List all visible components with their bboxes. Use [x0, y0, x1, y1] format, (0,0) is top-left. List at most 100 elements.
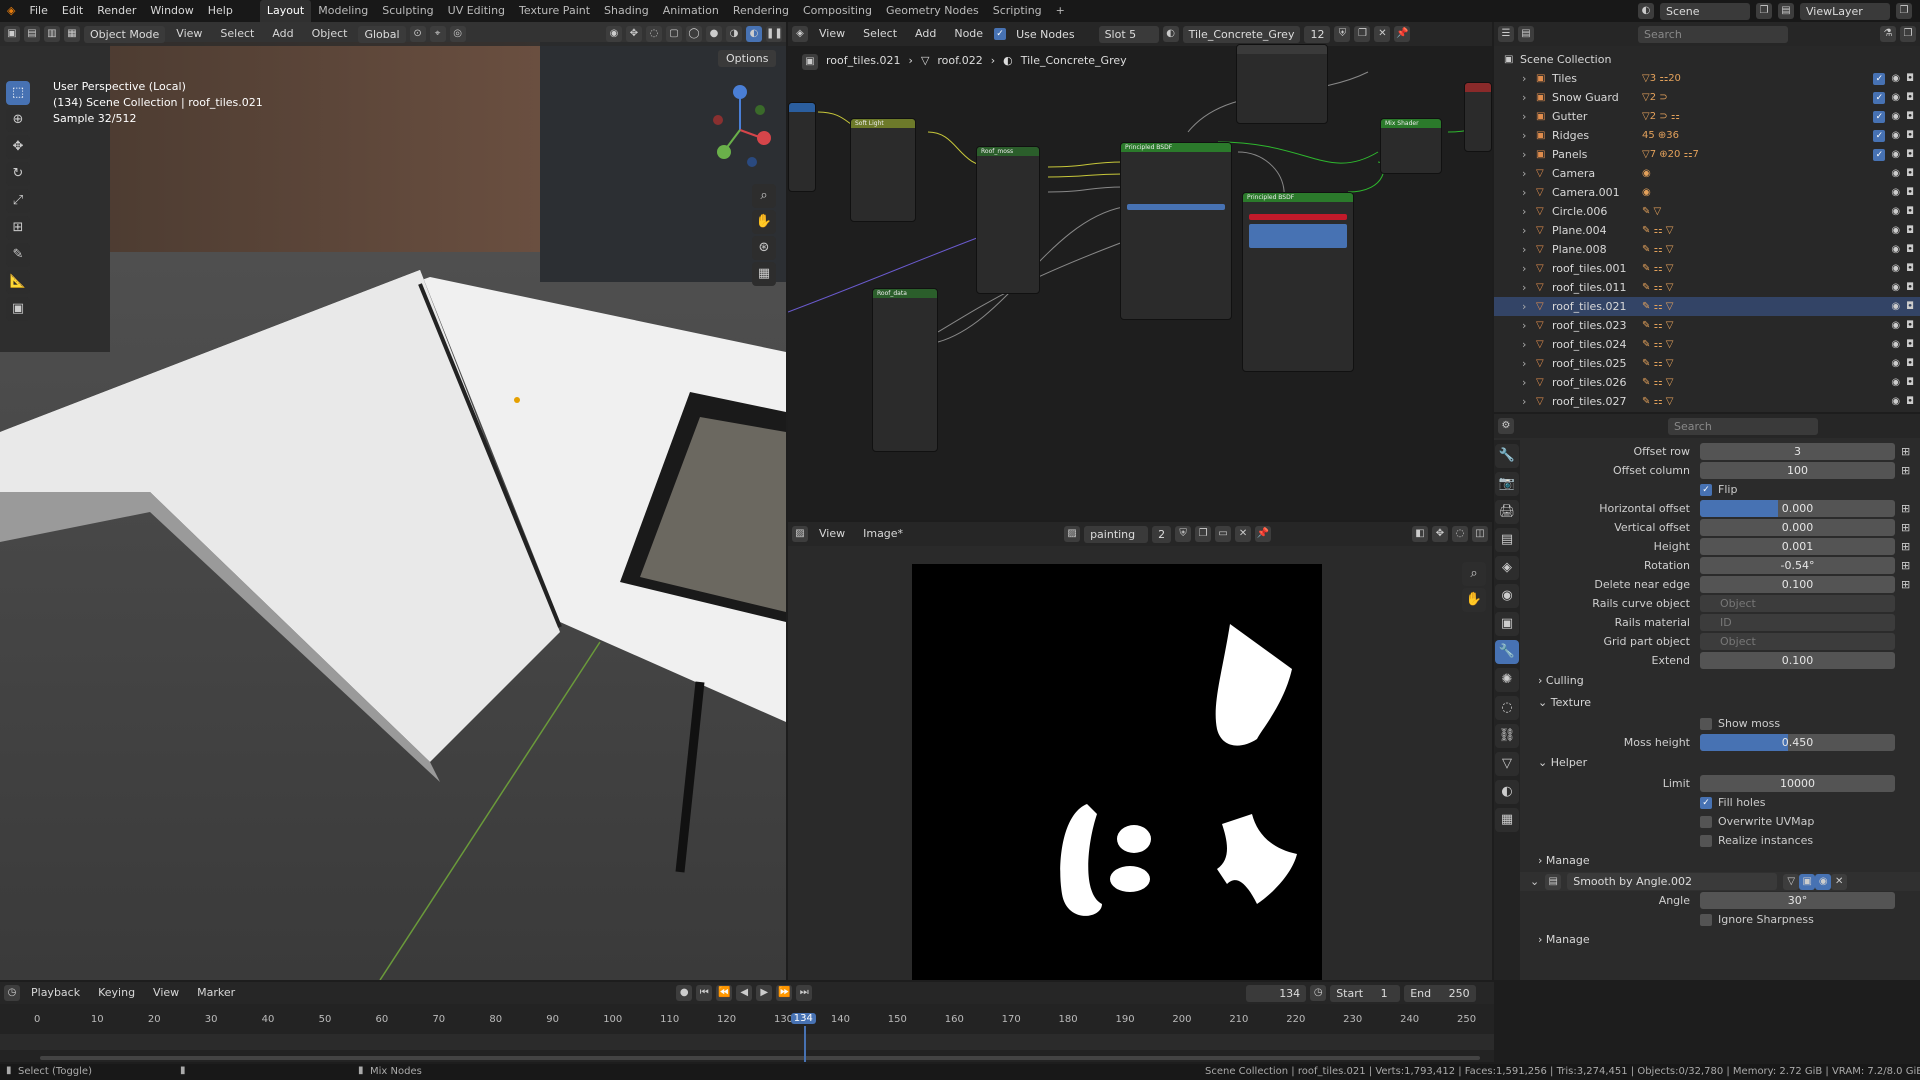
- timeline[interactable]: ◷ Playback Keying View Marker ● ⏮ ⏪ ◀ ▶ …: [0, 982, 1494, 1062]
- expand-chevron-icon[interactable]: ›: [1522, 395, 1536, 408]
- select-invert-icon[interactable]: ▦: [64, 26, 80, 42]
- viewport-menu-select[interactable]: Select: [213, 23, 261, 45]
- outliner-item[interactable]: › ▽ Plane.008 ✎ ⚏ ▽ ◉ ◘: [1494, 240, 1920, 259]
- render-camera-icon[interactable]: ◘: [1906, 339, 1914, 350]
- timeline-menu-playback[interactable]: Playback: [24, 982, 87, 1004]
- visibility-eye-icon[interactable]: ◉: [1891, 377, 1900, 388]
- annotate-tool-icon[interactable]: ✎: [6, 243, 30, 267]
- shading-solid-icon[interactable]: ●: [706, 26, 722, 42]
- outliner-item[interactable]: › ▽ roof_tiles.011 ✎ ⚏ ▽ ◉ ◘: [1494, 278, 1920, 297]
- workspace-tab-sculpting[interactable]: Sculpting: [375, 0, 440, 22]
- image-overlay-icon[interactable]: ◌: [1452, 526, 1468, 542]
- world-tab-icon[interactable]: ◉: [1495, 584, 1519, 608]
- exclude-checkbox[interactable]: ✓: [1873, 110, 1886, 123]
- modifier-close-icon[interactable]: ✕: [1831, 873, 1848, 890]
- select-box-mode-icon[interactable]: ▣: [4, 26, 20, 42]
- outliner-item[interactable]: › ▽ roof_tiles.025 ✎ ⚏ ▽ ◉ ◘: [1494, 354, 1920, 373]
- outliner-search-input[interactable]: Search: [1638, 25, 1788, 43]
- render-camera-icon[interactable]: ◘: [1906, 396, 1914, 407]
- expand-chevron-icon[interactable]: ›: [1522, 205, 1536, 218]
- node-principled-bsdf-2[interactable]: Principled BSDF: [1242, 192, 1354, 372]
- visibility-eye-icon[interactable]: ◉: [1891, 339, 1900, 350]
- visibility-eye-icon[interactable]: ◉: [1891, 358, 1900, 369]
- render-camera-icon[interactable]: ◘: [1906, 73, 1914, 85]
- render-camera-icon[interactable]: ◘: [1906, 244, 1914, 255]
- visibility-eye-icon[interactable]: ◉: [1891, 111, 1900, 123]
- outliner-type-icon[interactable]: ☰: [1498, 26, 1514, 42]
- ignore-sharpness-row[interactable]: Ignore Sharpness: [1520, 910, 1920, 929]
- image-name-field[interactable]: painting: [1084, 525, 1149, 543]
- select-subtract-icon[interactable]: ▥: [44, 26, 60, 42]
- workspace-tab-scripting[interactable]: Scripting: [986, 0, 1049, 22]
- outliner-item[interactable]: › ▽ roof_tiles.021 ✎ ⚏ ▽ ◉ ◘: [1494, 297, 1920, 316]
- exclude-checkbox[interactable]: ✓: [1873, 129, 1886, 142]
- scene-selector[interactable]: Scene: [1660, 2, 1750, 20]
- render-camera-icon[interactable]: ◘: [1906, 111, 1914, 123]
- outliner-item[interactable]: › ▽ Circle.006 ✎ ▽ ◉ ◘: [1494, 202, 1920, 221]
- workspace-tab-animation[interactable]: Animation: [656, 0, 726, 22]
- timeline-ruler[interactable]: 0 10 20 30 40 50 60 70 80 90 100 110 120 130 140 150 160…: [0, 1014, 1494, 1032]
- visibility-eye-icon[interactable]: ◉: [1891, 244, 1900, 255]
- scale-tool-icon[interactable]: ⤢: [6, 189, 30, 213]
- property-value-field[interactable]: 0.100: [1700, 576, 1895, 593]
- render-camera-icon[interactable]: ◘: [1906, 377, 1914, 388]
- workspace-tab-texture-paint[interactable]: Texture Paint: [512, 0, 597, 22]
- measure-tool-icon[interactable]: 📐: [6, 270, 30, 294]
- outliner-item[interactable]: › ▽ roof_tiles.023 ✎ ⚏ ▽ ◉ ◘: [1494, 316, 1920, 335]
- image-open-folder-icon[interactable]: ▭: [1215, 526, 1232, 542]
- outliner-item[interactable]: › ▣ Panels ▽7 ⊕20 ⚏7 ✓ ◉ ◘: [1494, 145, 1920, 164]
- play-icon[interactable]: ▶: [756, 985, 773, 1001]
- extend-field[interactable]: 0.100: [1700, 652, 1895, 669]
- culling-panel-header[interactable]: › Culling: [1520, 670, 1920, 692]
- properties-type-icon[interactable]: ⚙: [1498, 418, 1514, 434]
- data-tab-icon[interactable]: ▽: [1495, 752, 1519, 776]
- keyframe-icon[interactable]: ⊞: [1901, 521, 1910, 534]
- visibility-eye-icon[interactable]: ◉: [1891, 396, 1900, 407]
- collapse-chevron-icon[interactable]: ⌄: [1530, 875, 1539, 888]
- gizmo-z-axis[interactable]: [733, 85, 747, 99]
- prev-keyframe-icon[interactable]: ⏪: [716, 985, 733, 1001]
- visibility-eye-icon[interactable]: ◉: [1891, 263, 1900, 274]
- render-camera-icon[interactable]: ◘: [1906, 206, 1914, 217]
- visibility-eye-icon[interactable]: ◉: [1891, 301, 1900, 312]
- viewport-menu-view[interactable]: View: [169, 23, 209, 45]
- outliner-filter-icon[interactable]: ⚗: [1880, 26, 1896, 42]
- exclude-checkbox[interactable]: ✓: [1873, 72, 1886, 85]
- expand-chevron-icon[interactable]: ›: [1522, 357, 1536, 370]
- workspace-tab-geometry-nodes[interactable]: Geometry Nodes: [879, 0, 986, 22]
- menu-file[interactable]: File: [22, 0, 54, 22]
- expand-chevron-icon[interactable]: ›: [1522, 281, 1536, 294]
- image-pan-hand-icon[interactable]: ✋: [1462, 588, 1486, 612]
- smooth-modifier-header[interactable]: ⌄ ▤ Smooth by Angle.002 ▽ ▣ ◉ ✕: [1520, 872, 1920, 891]
- image-users-count[interactable]: 2: [1152, 525, 1172, 543]
- outliner-item[interactable]: › ▽ roof_tiles.027 ✎ ⚏ ▽ ◉ ◘: [1494, 392, 1920, 411]
- scene-tab-icon[interactable]: ◈: [1495, 556, 1519, 580]
- visibility-eye-icon[interactable]: ◉: [1891, 225, 1900, 236]
- material-tab-icon[interactable]: ◐: [1495, 780, 1519, 804]
- property-value-field[interactable]: 0.000: [1700, 500, 1895, 517]
- modifier-render-icon[interactable]: ◉: [1815, 873, 1832, 890]
- viewport-menu-object[interactable]: Object: [305, 23, 355, 45]
- expand-chevron-icon[interactable]: ›: [1522, 186, 1536, 199]
- add-cube-tool-icon[interactable]: ▣: [6, 297, 30, 321]
- cursor-tool-icon[interactable]: ⊕: [6, 108, 30, 132]
- visibility-eye-icon[interactable]: ◉: [1891, 320, 1900, 331]
- visibility-eye-icon[interactable]: ◉: [1891, 206, 1900, 217]
- workspace-tab-layout[interactable]: Layout: [259, 0, 312, 22]
- blender-logo-icon[interactable]: ◈: [0, 0, 22, 22]
- render-camera-icon[interactable]: ◘: [1906, 358, 1914, 369]
- expand-chevron-icon[interactable]: ›: [1522, 338, 1536, 351]
- image-editor-type-icon[interactable]: ▨: [792, 526, 808, 542]
- expand-chevron-icon[interactable]: ›: [1522, 148, 1536, 161]
- flip-row[interactable]: ✓ Flip: [1520, 480, 1920, 499]
- transform-orientation-dropdown[interactable]: Global: [358, 25, 406, 43]
- exclude-checkbox[interactable]: ✓: [1873, 148, 1886, 161]
- image-editor[interactable]: ▨ View Image* ▨ painting 2 ⛨ ❐ ▭ ✕ 📌 ◧ ✥…: [788, 522, 1492, 980]
- image-menu-view[interactable]: View: [812, 523, 852, 545]
- render-camera-icon[interactable]: ◘: [1906, 187, 1914, 198]
- node-principled-bsdf-1[interactable]: Principled BSDF: [1120, 142, 1232, 320]
- image-browse-icon[interactable]: ▨: [1064, 526, 1081, 542]
- pivot-icon[interactable]: ⊙: [409, 26, 426, 42]
- outliner-item[interactable]: › ▽ roof_tiles.001 ✎ ⚏ ▽ ◉ ◘: [1494, 259, 1920, 278]
- property-value-field[interactable]: 0.000: [1700, 519, 1895, 536]
